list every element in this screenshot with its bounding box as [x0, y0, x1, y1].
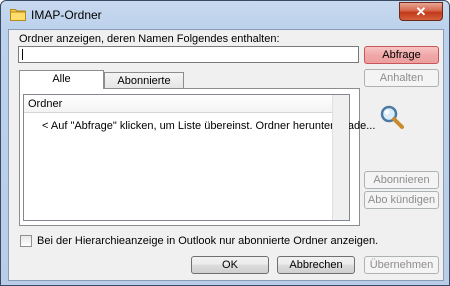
tab-panel: Ordner < Auf "Abfrage" klicken, um Liste…	[19, 88, 375, 226]
tab-all[interactable]: Alle	[19, 70, 104, 89]
text-caret	[22, 49, 23, 60]
stop-button[interactable]: Anhalten	[364, 69, 439, 87]
folder-icon	[10, 9, 26, 21]
apply-button[interactable]: Übernehmen	[364, 256, 439, 274]
cancel-button[interactable]: Abbrechen	[277, 256, 355, 274]
close-icon: ✕	[415, 4, 427, 19]
dialog-body: Ordner anzeigen, deren Namen Folgendes e…	[8, 29, 444, 281]
unsubscribe-button[interactable]: Abo kündigen	[364, 191, 439, 209]
imap-folder-dialog: IMAP-Ordner ✕ Ordner anzeigen, deren Nam…	[0, 0, 450, 286]
search-label: Ordner anzeigen, deren Namen Folgendes e…	[19, 33, 280, 45]
query-button[interactable]: Abfrage	[364, 46, 439, 64]
column-header-folder[interactable]: Ordner	[24, 95, 333, 113]
close-button[interactable]: ✕	[399, 2, 443, 21]
list-item[interactable]: < Auf "Abfrage" klicken, um Liste überei…	[42, 120, 375, 132]
scrollbar[interactable]	[332, 95, 349, 220]
ok-button[interactable]: OK	[191, 256, 269, 274]
column-header-label: Ordner	[28, 98, 63, 110]
search-input[interactable]	[18, 46, 359, 63]
hierarchy-checkbox-label: Bei der Hierarchieanzeige in Outlook nur…	[37, 235, 379, 247]
hierarchy-checkbox[interactable]	[20, 235, 32, 247]
subscribe-button[interactable]: Abonnieren	[364, 171, 439, 189]
title-bar: IMAP-Ordner ✕	[1, 1, 449, 29]
window-title: IMAP-Ordner	[31, 8, 102, 22]
folder-list[interactable]: Ordner < Auf "Abfrage" klicken, um Liste…	[23, 94, 375, 221]
magnifier-icon	[380, 105, 404, 129]
